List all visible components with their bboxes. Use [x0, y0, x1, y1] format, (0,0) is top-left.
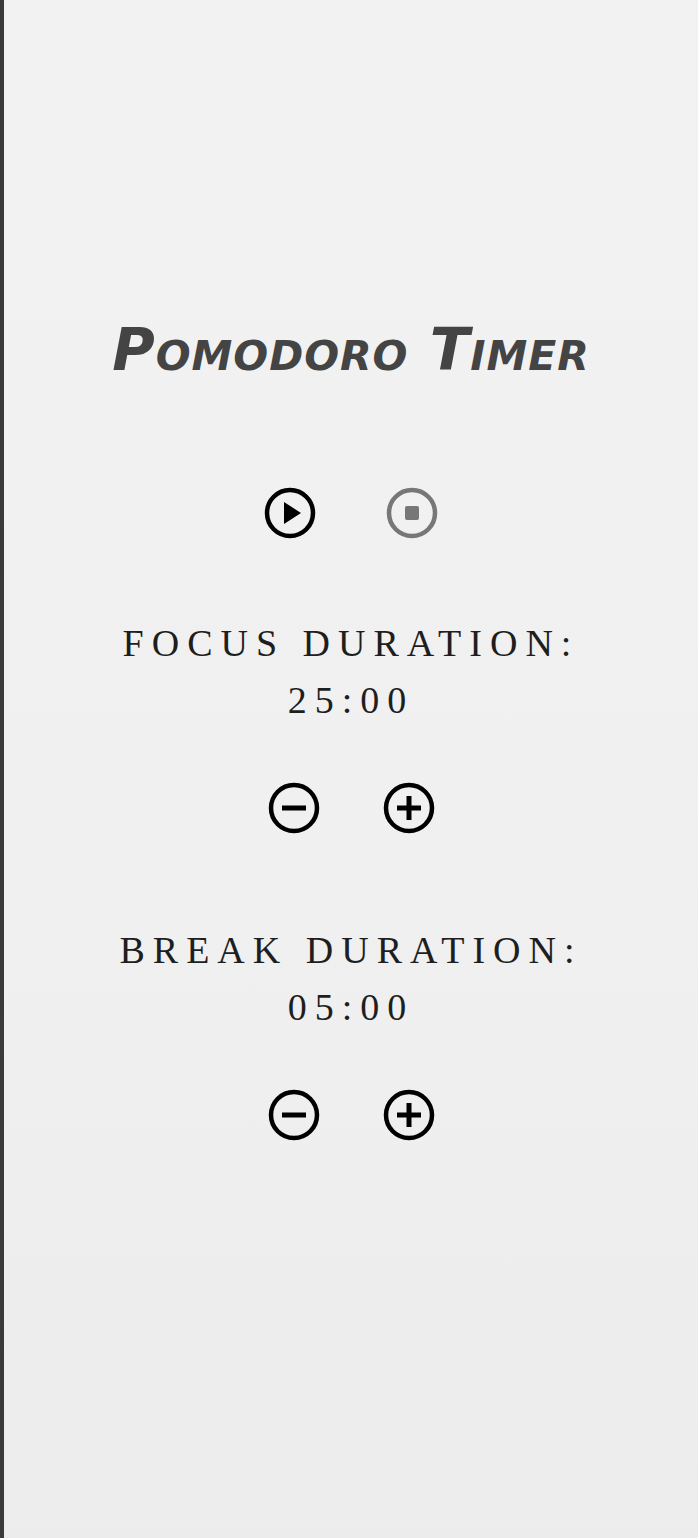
stop-button[interactable] [386, 487, 438, 539]
focus-adjusters [268, 782, 435, 834]
break-decrease-button[interactable] [268, 1089, 320, 1141]
minus-circle-icon [268, 1089, 320, 1141]
timer-controls [264, 487, 438, 539]
focus-increase-button[interactable] [383, 782, 435, 834]
break-label: BREAK DURATION: [119, 925, 582, 975]
break-increase-button[interactable] [383, 1089, 435, 1141]
break-section: BREAK DURATION: 05:00 [119, 925, 582, 1141]
focus-decrease-button[interactable] [268, 782, 320, 834]
play-icon [264, 487, 316, 539]
play-button[interactable] [264, 487, 316, 539]
minus-circle-icon [268, 782, 320, 834]
plus-circle-icon [383, 782, 435, 834]
focus-label: FOCUS DURATION: [123, 618, 580, 668]
focus-section: FOCUS DURATION: 25:00 [123, 618, 580, 834]
pomodoro-page: Pomodoro Timer FOCUS DURATION: 25:00 BREAK … [0, 0, 698, 1538]
app-title: Pomodoro Timer [112, 310, 590, 390]
stop-icon [386, 487, 438, 539]
focus-value: 25:00 [288, 675, 415, 725]
plus-circle-icon [383, 1089, 435, 1141]
break-adjusters [268, 1089, 435, 1141]
break-value: 05:00 [288, 982, 415, 1032]
